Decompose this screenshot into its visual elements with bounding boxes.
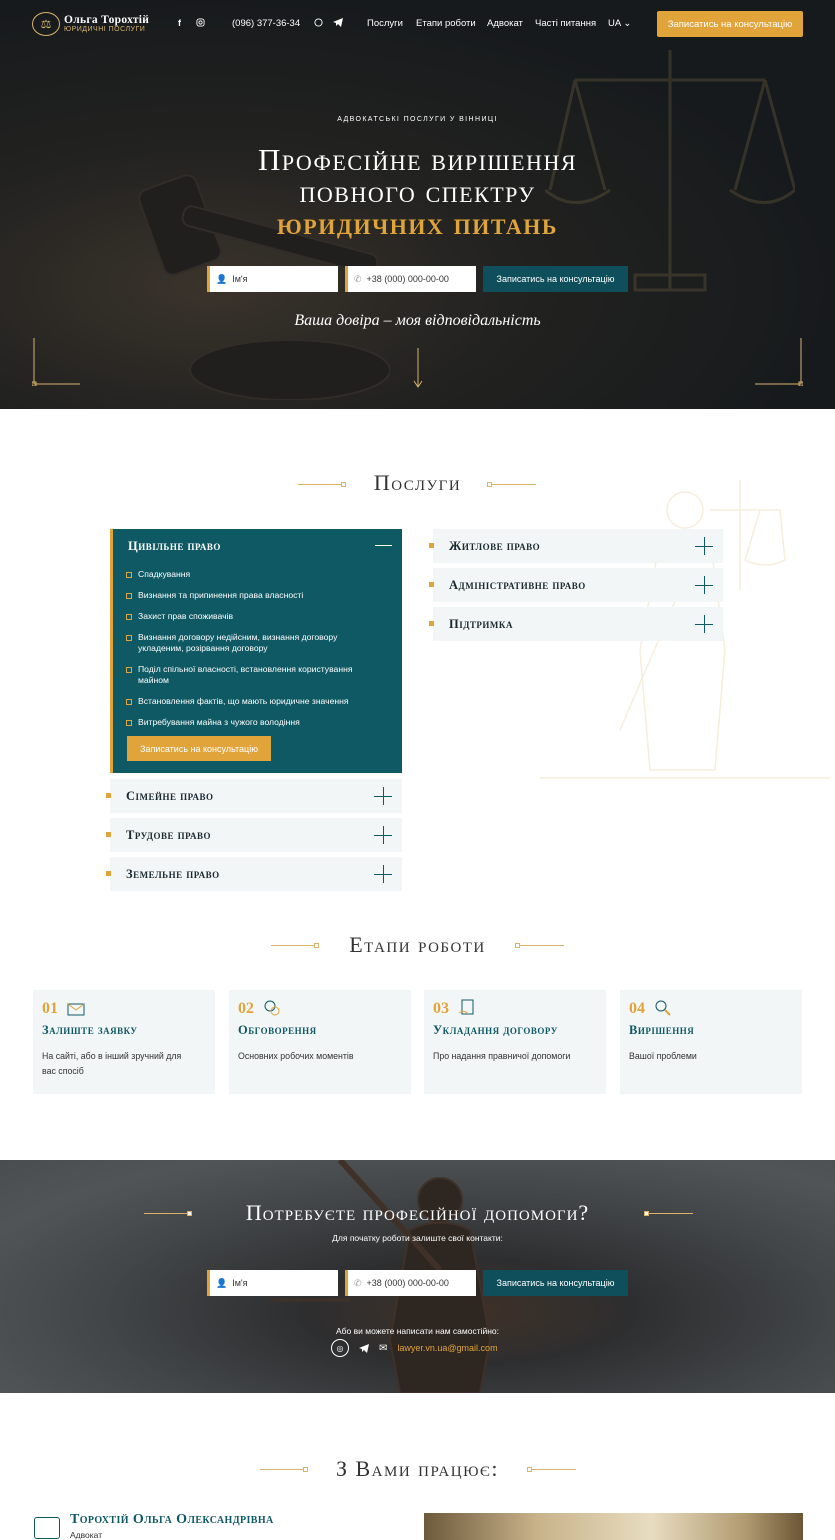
contract-icon [458, 999, 474, 1015]
instagram-icon[interactable] [196, 18, 205, 27]
stage-description: Основних робочих моментів [238, 1051, 354, 1061]
expand-plus-icon[interactable] [374, 826, 392, 844]
list-item: Визнання та припинення права власності [126, 590, 376, 601]
phone-icon: ✆ [354, 1277, 362, 1288]
corner-decoration-right [755, 338, 803, 386]
viber-icon[interactable] [314, 18, 323, 27]
collapse-minus-icon[interactable] [375, 545, 392, 546]
contact-name-input[interactable]: 👤 Ім'я [207, 1270, 338, 1296]
stage-title: Укладання договору [433, 1023, 558, 1037]
menu-services[interactable]: Послуги [367, 18, 403, 29]
accordion-labor-law[interactable]: Трудове право [106, 818, 402, 852]
phone-icon: ✆ [354, 273, 362, 284]
hero-title-line3: юридичних питань [277, 206, 558, 241]
hero-form: 👤 Ім'я ✆ +38 (000) 000-00-00 Записатись на… [207, 266, 628, 292]
hero-phone-input[interactable]: ✆ +38 (000) 000-00-00 [345, 266, 476, 292]
mail-icon: ✉ [379, 1342, 388, 1354]
list-item: Захист прав споживачів [126, 611, 376, 622]
hero-motto: Ваша довіра – моя відповідальність [294, 312, 541, 329]
accordion-family-law[interactable]: Сімейне право [106, 779, 402, 813]
stage-title: Обговорення [238, 1023, 317, 1037]
expand-plus-icon[interactable] [695, 576, 713, 594]
arrow-down-icon[interactable] [413, 348, 423, 388]
logo[interactable]: ⚖ Ольга Торохтій ЮРИДИЧНІ ПОСЛУГИ [32, 12, 149, 36]
chevron-down-icon: ⌄ [623, 18, 632, 29]
header-consultation-button[interactable]: Записатись на консультацію [657, 11, 803, 37]
contact-form: 👤 Ім'я ✆ +38 (000) 000-00-00 Записатись на… [207, 1270, 628, 1296]
list-item: Спадкування [126, 569, 376, 580]
viber-icon[interactable]: ◎ [331, 1339, 349, 1357]
expand-plus-icon[interactable] [695, 537, 713, 555]
menu-lawyer[interactable]: Адвокат [487, 18, 523, 29]
stage-card-4: 04 Вирішення Вашої проблеми [620, 990, 802, 1094]
contact-email-link[interactable]: lawyer.vn.ua@gmail.com [397, 1343, 497, 1353]
stages-title: Етапи роботи [349, 932, 486, 957]
logo-scales-icon: ⚖ [32, 12, 60, 36]
expand-plus-icon[interactable] [374, 787, 392, 805]
contact-phone-input[interactable]: ✆ +38 (000) 000-00-00 [345, 1270, 476, 1296]
list-item: Витребування майна з чужого володіння [126, 717, 376, 728]
chat-icon [264, 1000, 280, 1016]
stage-title: Залиште заявку [42, 1023, 138, 1037]
civil-law-consultation-button[interactable]: Записатись на консультацію [127, 736, 271, 761]
list-item: Встановлення фактів, що мають юридичне з… [126, 696, 376, 707]
facebook-icon[interactable]: f [178, 18, 181, 28]
contact-submit-button[interactable]: Записатись на консультацію [483, 1270, 628, 1296]
user-icon: 👤 [216, 1277, 228, 1288]
envelope-icon [67, 1003, 85, 1016]
hero-title-line1: Професійне вирішення [257, 142, 578, 177]
accordion-land-law[interactable]: Земельне право [106, 857, 402, 891]
menu-stages[interactable]: Етапи роботи [416, 18, 476, 29]
list-item: Визнання договору недійсним, визнання до… [126, 632, 376, 654]
stage-description: На сайті, або в інший зручний для вас сп… [42, 1051, 182, 1076]
lawyer-card: Торохтій Ольга Олександрівна Адвокат [34, 1512, 274, 1540]
hero-submit-button[interactable]: Записатись на консультацію [483, 266, 628, 292]
accordion-civil-law[interactable]: Цивільне право Спадкування Визнання та п… [110, 529, 402, 773]
lawyer-role: Адвокат [70, 1530, 103, 1540]
brand-tagline: ЮРИДИЧНІ ПОСЛУГИ [64, 26, 146, 33]
telegram-icon[interactable] [333, 18, 343, 27]
lawyer-name: Торохтій Ольга Олександрівна [70, 1512, 274, 1527]
header-phone[interactable]: (096) 377-36-34 [232, 18, 300, 29]
hero-kicker: АДВОКАТСЬКІ ПОСЛУГИ У ВІННИЦІ [337, 116, 498, 123]
stage-title: Вирішення [629, 1023, 695, 1037]
contact-band-title: Потребуєте професійної допомоги? [245, 1200, 590, 1225]
expand-plus-icon[interactable] [695, 615, 713, 633]
expand-plus-icon[interactable] [374, 865, 392, 883]
top-navigation: ⚖ Ольга Торохтій ЮРИДИЧНІ ПОСЛУГИ f (096… [0, 0, 835, 48]
user-icon: 👤 [216, 273, 228, 284]
hero-name-input[interactable]: 👤 Ім'я [207, 266, 338, 292]
stage-card-1: 01 Залиште заявку На сайті, або в інший … [33, 990, 215, 1094]
menu-faq[interactable]: Часті питання [535, 18, 596, 29]
list-item: Поділ спільної власності, встановлення к… [126, 664, 376, 686]
stage-card-2: 02 Обговорення Основних робочих моментів [229, 990, 411, 1094]
civil-law-list: Спадкування Визнання та припинення права… [126, 569, 376, 738]
magnifier-icon [655, 1000, 671, 1016]
stage-description: Вашої проблеми [629, 1051, 697, 1061]
brand-name: Ольга Торохтій [64, 14, 150, 26]
contact-channels: ◎ ✉ lawyer.vn.ua@gmail.com [331, 1339, 498, 1357]
stage-description: Про надання правничої допомоги [433, 1051, 571, 1061]
hero-title-line2: повного спектру [299, 174, 536, 209]
accordion-housing-law[interactable]: Житлове право [429, 529, 723, 563]
stage-card-3: 03 Укладання договору Про надання правни… [424, 990, 606, 1094]
briefcase-icon [34, 1517, 60, 1539]
contact-alt-text: Або ви можете написати нам самостійно: [335, 1326, 500, 1336]
accordion-administrative-law[interactable]: Адміністративне право [429, 568, 723, 602]
accordion-support[interactable]: Підтримка [429, 607, 723, 641]
language-switcher[interactable]: UA ⌄ [608, 18, 631, 29]
corner-decoration-left [32, 338, 80, 386]
team-title: З Вами працює: [335, 1456, 500, 1481]
telegram-icon[interactable] [359, 1343, 369, 1353]
contact-band-subtitle: Для початку роботи залиште свої контакти… [332, 1233, 503, 1243]
lawyer-photo [424, 1513, 803, 1540]
accordion-title: Цивільне право [128, 539, 221, 553]
